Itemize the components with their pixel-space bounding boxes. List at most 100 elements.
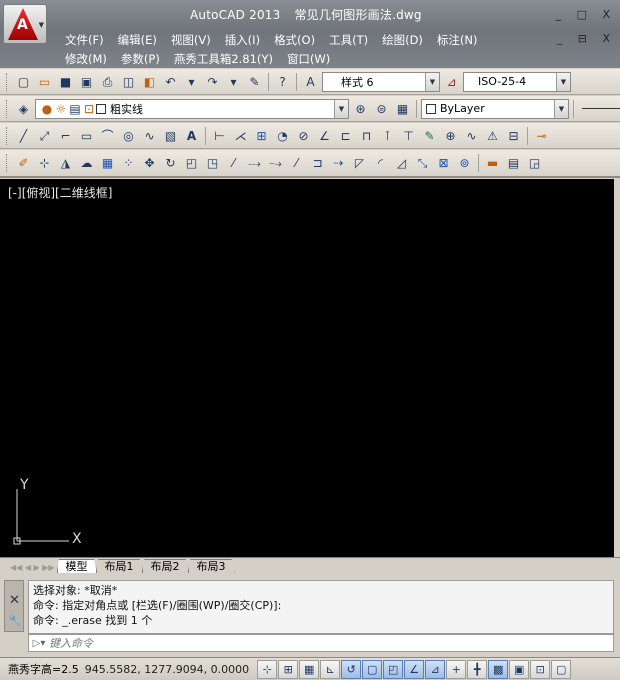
tab-layout1[interactable]: 布局1 bbox=[95, 559, 143, 573]
join-arrow-icon[interactable]: ⇢ bbox=[329, 154, 348, 173]
move-points-icon[interactable]: ⁘ bbox=[119, 154, 138, 173]
application-menu-button[interactable]: A ▼ bbox=[3, 4, 47, 44]
dynamic-input-icon[interactable]: + bbox=[446, 659, 467, 679]
continue-dimension-icon[interactable]: ⊓ bbox=[357, 126, 376, 145]
trim-icon[interactable]: ⁄ bbox=[224, 154, 243, 173]
redo-icon[interactable]: ↷ bbox=[203, 72, 222, 91]
polyline-icon[interactable]: ⌐ bbox=[56, 126, 75, 145]
polar-tracking-icon[interactable]: ↺ bbox=[341, 659, 362, 679]
copy-icon[interactable]: ⊹ bbox=[35, 154, 54, 173]
layer-match-icon[interactable]: ▬ bbox=[483, 154, 502, 173]
dynamic-ucs-icon[interactable]: ⊿ bbox=[425, 659, 446, 679]
stretch-icon[interactable]: ◳ bbox=[203, 154, 222, 173]
save-as-icon[interactable]: ▣ bbox=[77, 72, 96, 91]
layer-isolate-icon[interactable]: ▤ bbox=[504, 154, 523, 173]
tab-layout2[interactable]: 布局2 bbox=[141, 559, 189, 573]
jogged-dimension-icon[interactable]: ∿ bbox=[462, 126, 481, 145]
arc-icon[interactable]: ⌒ bbox=[98, 126, 117, 145]
toolbar-grip[interactable] bbox=[6, 72, 9, 91]
ortho-mode-icon[interactable]: ⊾ bbox=[320, 659, 341, 679]
fillet-icon[interactable]: ◜ bbox=[371, 154, 390, 173]
wrench-icon[interactable]: 🔧 bbox=[8, 614, 22, 627]
print-icon[interactable]: ⎙ bbox=[98, 72, 117, 91]
mirror-icon[interactable]: ◮ bbox=[56, 154, 75, 173]
close-icon[interactable]: ✕ bbox=[9, 593, 20, 608]
dimension-text-edit-icon[interactable]: ⊟ bbox=[504, 126, 523, 145]
toolbar-grip[interactable] bbox=[6, 126, 9, 145]
dim-style-select[interactable]: ISO-25-4 ▼ bbox=[463, 71, 571, 92]
menu-modify[interactable]: 修改(M) bbox=[58, 50, 114, 68]
dim-style-icon[interactable]: ⊿ bbox=[442, 72, 461, 91]
rotate-icon[interactable]: ↻ bbox=[161, 154, 180, 173]
3d-object-snap-icon[interactable]: ◰ bbox=[383, 659, 404, 679]
cursor-coordinates[interactable]: 945.5582, 1277.9094, 0.0000 bbox=[85, 663, 249, 676]
menu-insert[interactable]: 插入(I) bbox=[218, 31, 267, 49]
undo-icon[interactable]: ↶ bbox=[161, 72, 180, 91]
menu-window[interactable]: 窗口(W) bbox=[280, 50, 337, 68]
layer-properties-icon[interactable]: ◈ bbox=[14, 99, 33, 118]
baseline-dimension-icon[interactable]: ⊏ bbox=[336, 126, 355, 145]
new-file-icon[interactable]: ▢ bbox=[14, 72, 33, 91]
menu-file[interactable]: 文件(F) bbox=[58, 31, 111, 49]
erase-icon[interactable]: ✐ bbox=[14, 154, 33, 173]
workspace-switch-icon[interactable]: ▢ bbox=[551, 659, 572, 679]
layer-previous-icon[interactable]: ⊜ bbox=[372, 99, 391, 118]
help-icon[interactable]: ? bbox=[273, 72, 292, 91]
diameter-dimension-icon[interactable]: ⊘ bbox=[294, 126, 313, 145]
dimension-edit-icon[interactable]: ⚠ bbox=[483, 126, 502, 145]
move-icon[interactable]: ✥ bbox=[140, 154, 159, 173]
infer-constraints-icon[interactable]: ⊹ bbox=[257, 659, 278, 679]
polygon-icon[interactable]: ▭ bbox=[77, 126, 96, 145]
window-controls[interactable]: _ □ X bbox=[556, 8, 616, 21]
ordinate-dimension-icon[interactable]: ⊞ bbox=[252, 126, 271, 145]
quick-leader-icon[interactable]: ⊺ bbox=[378, 126, 397, 145]
spline-icon[interactable]: ∿ bbox=[140, 126, 159, 145]
print-preview-icon[interactable]: ◫ bbox=[119, 72, 138, 91]
properties-icon[interactable]: ⊠ bbox=[434, 154, 453, 173]
pan-realtime-icon[interactable]: ✎ bbox=[245, 72, 264, 91]
tab-layout3[interactable]: 布局3 bbox=[187, 559, 235, 573]
aligned-dimension-icon[interactable]: ⋌ bbox=[231, 126, 250, 145]
angular-dimension-icon[interactable]: ∠ bbox=[315, 126, 334, 145]
command-input[interactable] bbox=[49, 636, 569, 650]
menu-format[interactable]: 格式(O) bbox=[267, 31, 322, 49]
center-mark-icon[interactable]: ✎ bbox=[420, 126, 439, 145]
menu-view[interactable]: 视图(V) bbox=[164, 31, 218, 49]
extend-icon[interactable]: ⤏ bbox=[245, 154, 264, 173]
scale-icon[interactable]: ◰ bbox=[182, 154, 201, 173]
make-current-layer-icon[interactable]: ⊛ bbox=[351, 99, 370, 118]
chamfer-icon[interactable]: ◸ bbox=[350, 154, 369, 173]
tolerance-icon[interactable]: ⊤ bbox=[399, 126, 418, 145]
line-icon[interactable]: ╱ bbox=[14, 126, 33, 145]
break-icon[interactable]: ⁄ bbox=[287, 154, 306, 173]
document-window-controls[interactable]: _ ⊟ X bbox=[557, 32, 616, 45]
toolbar-grip[interactable] bbox=[6, 154, 9, 172]
center-mark-circle-icon[interactable]: ⊕ bbox=[441, 126, 460, 145]
join-icon[interactable]: ⊐ bbox=[308, 154, 327, 173]
object-snap-icon[interactable]: ▢ bbox=[362, 659, 383, 679]
redo-dropdown-icon[interactable]: ▾ bbox=[224, 72, 243, 91]
linear-dimension-icon[interactable]: ⊢ bbox=[210, 126, 229, 145]
transparency-icon[interactable]: ▩ bbox=[488, 659, 509, 679]
tab-model[interactable]: 模型 bbox=[56, 559, 97, 573]
match-properties-icon[interactable]: ⊚ bbox=[455, 154, 474, 173]
snap-mode-icon[interactable]: ⊞ bbox=[278, 659, 299, 679]
drawing-canvas[interactable]: [-][俯视][二维线框] Y X bbox=[0, 179, 614, 557]
command-window-handle[interactable]: ✕ 🔧 bbox=[4, 580, 24, 632]
offset-icon[interactable]: ☁ bbox=[77, 154, 96, 173]
break-at-point-icon[interactable]: ⤍ bbox=[266, 154, 285, 173]
text-style-icon[interactable]: A bbox=[301, 72, 320, 91]
lineweight-icon[interactable]: ╋ bbox=[467, 659, 488, 679]
quick-properties-icon[interactable]: ▣ bbox=[509, 659, 530, 679]
hatch-icon[interactable]: ▧ bbox=[161, 126, 180, 145]
undo-dropdown-icon[interactable]: ▾ bbox=[182, 72, 201, 91]
publish-icon[interactable]: ◧ bbox=[140, 72, 159, 91]
measure-icon[interactable]: ⊸ bbox=[532, 126, 551, 145]
text-style-select[interactable]: 样式 6 ▼ bbox=[322, 71, 440, 92]
menu-tools[interactable]: 工具(T) bbox=[322, 31, 375, 49]
explode-icon[interactable]: ⤡ bbox=[413, 154, 432, 173]
menu-dimension[interactable]: 标注(N) bbox=[430, 31, 485, 49]
grid-display-icon[interactable]: ▦ bbox=[299, 659, 320, 679]
color-select[interactable]: ByLayer ▼ bbox=[421, 98, 569, 119]
layer-select[interactable]: ● ☼ ▤ ⊡ 粗实线 ▼ bbox=[35, 98, 349, 119]
